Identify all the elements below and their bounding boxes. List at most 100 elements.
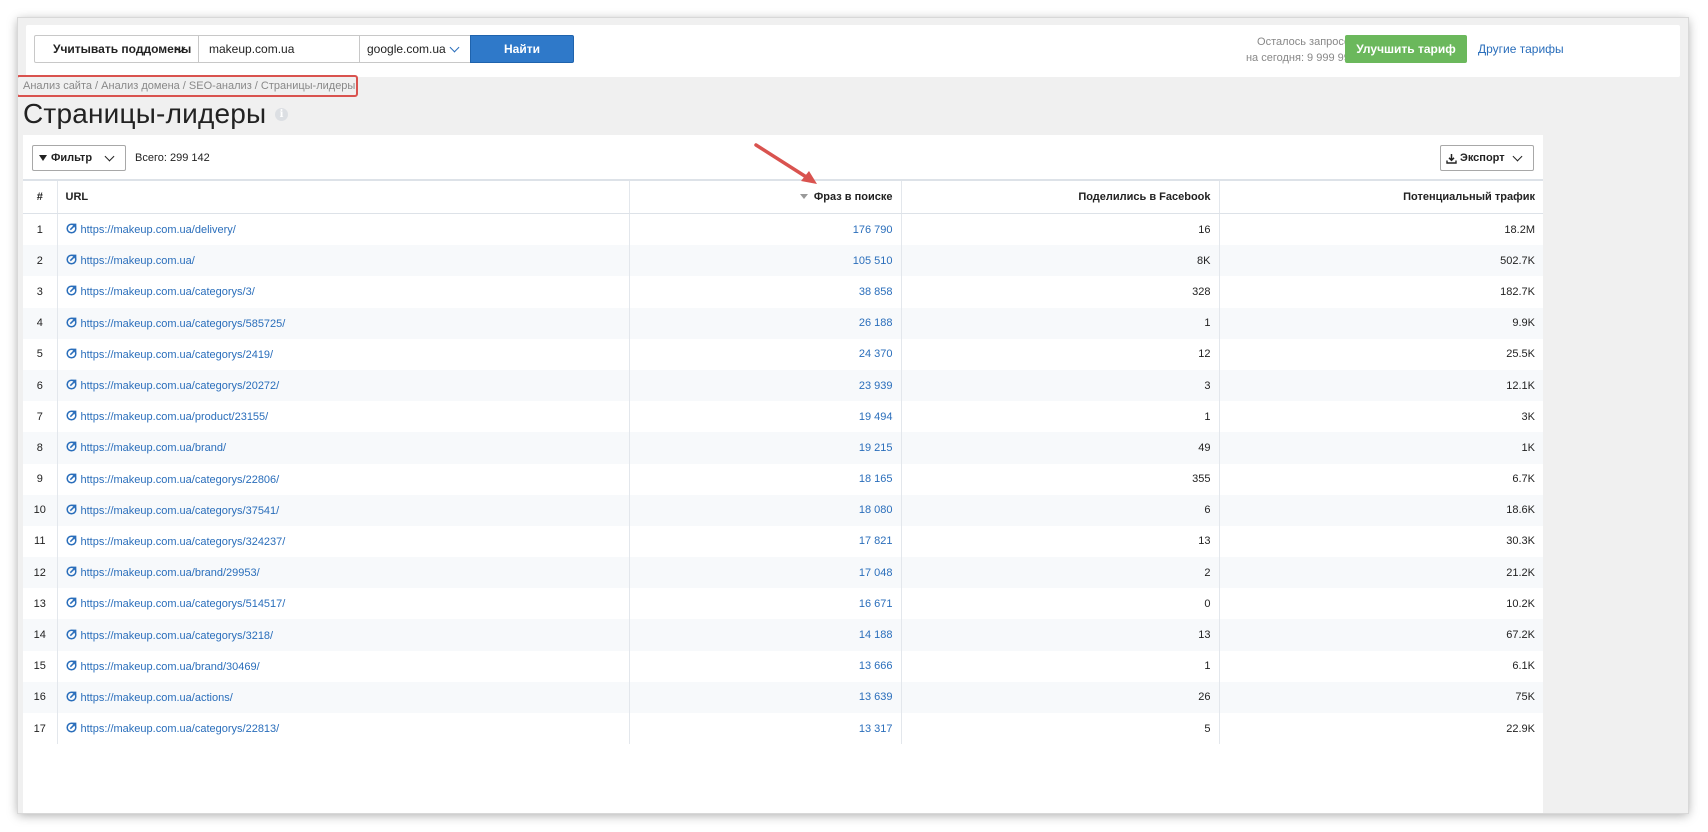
row-number: 9 (36, 473, 43, 486)
external-link-icon[interactable] (65, 722, 77, 733)
external-link-icon[interactable] (65, 348, 77, 359)
url-link[interactable]: https://makeup.com.ua/categorys/37541/ (81, 505, 280, 517)
column-header-url[interactable]: URL (56, 179, 629, 214)
external-link-icon[interactable] (65, 223, 77, 234)
phrases-link[interactable]: 24 370 (859, 348, 893, 360)
external-link-icon[interactable] (65, 535, 77, 546)
filter-button[interactable]: Фильтр (32, 145, 126, 171)
table-row: 10 https://makeup.com.ua/categorys/37541/… (23, 494, 1543, 526)
facebook-shares-cell: 49 (900, 432, 1219, 464)
external-link-icon[interactable] (65, 691, 77, 702)
phrases-link[interactable]: 105 510 (853, 255, 893, 267)
breadcrumb[interactable]: Анализ сайта / Анализ домена / SEO-анали… (23, 80, 355, 92)
phrases-link[interactable]: 26 188 (859, 317, 893, 329)
url-link[interactable]: https://makeup.com.ua/brand/ (81, 442, 227, 454)
facebook-shares-cell: 1 (900, 650, 1219, 682)
external-link-icon[interactable] (65, 254, 77, 265)
row-number: 3 (36, 285, 43, 298)
url-link[interactable]: https://makeup.com.ua/categorys/20272/ (81, 380, 280, 392)
url-cell: https://makeup.com.ua/categorys/22806/ (56, 463, 629, 495)
phrases-link[interactable]: 19 215 (859, 442, 893, 454)
url-link[interactable]: https://makeup.com.ua/actions/ (81, 692, 233, 704)
url-link[interactable]: https://makeup.com.ua/categorys/514517/ (81, 598, 286, 610)
url-cell: https://makeup.com.ua/categorys/22813/ (56, 713, 629, 745)
chevron-down-icon (1512, 151, 1523, 162)
subdomains-label: Учитывать поддомены (53, 42, 192, 56)
url-link[interactable]: https://makeup.com.ua/categorys/3/ (81, 286, 255, 298)
url-link[interactable]: https://makeup.com.ua/delivery/ (81, 224, 236, 236)
traffic-cell: 10.2K (1218, 588, 1543, 620)
external-link-icon[interactable] (65, 317, 77, 328)
row-number: 15 (33, 660, 46, 673)
search-engine-select[interactable]: google.com.ua (359, 35, 471, 63)
url-link[interactable]: https://makeup.com.ua/brand/29953/ (81, 567, 260, 579)
info-icon[interactable]: i (275, 108, 288, 121)
phrases-link[interactable]: 176 790 (853, 224, 893, 236)
url-link[interactable]: https://makeup.com.ua/categorys/3218/ (81, 630, 274, 642)
upgrade-plan-button[interactable]: Улучшить тариф (1345, 35, 1467, 63)
phrases-link[interactable]: 19 494 (859, 411, 893, 423)
annotation-arrow (754, 143, 817, 184)
phrases-link[interactable]: 13 639 (859, 691, 893, 703)
phrases-link[interactable]: 38 858 (859, 286, 893, 298)
external-link-icon[interactable] (65, 441, 77, 452)
quota-line-1: Осталось запросов (1257, 36, 1356, 48)
url-link[interactable]: https://makeup.com.ua/ (81, 255, 195, 267)
export-button[interactable]: Экспорт (1440, 145, 1534, 171)
phrases-link[interactable]: 18 080 (859, 504, 893, 516)
facebook-shares-cell: 328 (900, 276, 1219, 308)
url-cell: https://makeup.com.ua/categorys/2419/ (56, 338, 629, 370)
phrases-cell: 16 671 (628, 588, 901, 620)
phrases-link[interactable]: 23 939 (859, 380, 893, 392)
column-header-facebook[interactable]: Поделились в Facebook (900, 179, 1219, 214)
url-link[interactable]: https://makeup.com.ua/categorys/22806/ (81, 474, 280, 486)
phrases-link[interactable]: 14 188 (859, 629, 893, 641)
url-link[interactable]: https://makeup.com.ua/categorys/585725/ (81, 318, 286, 330)
phrases-link[interactable]: 17 821 (859, 535, 893, 547)
search-engine-value: google.com.ua (367, 42, 446, 56)
table-row: 12 https://makeup.com.ua/brand/29953/17 0… (23, 557, 1543, 589)
external-link-icon[interactable] (65, 597, 77, 608)
url-link[interactable]: https://makeup.com.ua/categorys/2419/ (81, 349, 274, 361)
phrases-cell: 176 790 (628, 213, 901, 246)
results-panel: Фильтр Всего: 299 142 Экспорт # URL Фраз… (23, 135, 1543, 813)
table-row: 15 https://makeup.com.ua/brand/30469/13 6… (23, 650, 1543, 682)
phrases-cell: 105 510 (628, 245, 901, 277)
find-button[interactable]: Найти (470, 35, 574, 63)
url-link[interactable]: https://makeup.com.ua/brand/30469/ (81, 661, 260, 673)
chevron-down-icon (449, 42, 460, 53)
external-link-icon[interactable] (65, 473, 77, 484)
traffic-cell: 18.6K (1218, 494, 1543, 526)
phrases-cell: 19 494 (628, 401, 901, 433)
url-link[interactable]: https://makeup.com.ua/product/23155/ (81, 411, 269, 423)
phrases-link[interactable]: 13 317 (859, 723, 893, 735)
external-link-icon[interactable] (65, 566, 77, 577)
table-row: 16 https://makeup.com.ua/actions/13 639 26… (23, 681, 1543, 713)
traffic-cell: 182.7K (1218, 276, 1543, 308)
external-link-icon[interactable] (65, 379, 77, 390)
app-window: Учитывать поддомены google.com.ua Найти … (18, 18, 1688, 813)
facebook-shares-cell: 1 (900, 307, 1219, 339)
external-link-icon[interactable] (65, 285, 77, 297)
external-link-icon[interactable] (65, 504, 77, 515)
facebook-shares-cell: 13 (900, 525, 1219, 558)
column-header-traffic[interactable]: Потенциальный трафик (1218, 179, 1543, 214)
phrases-link[interactable]: 13 666 (859, 660, 893, 672)
external-link-icon[interactable] (65, 660, 77, 671)
url-link[interactable]: https://makeup.com.ua/categorys/22813/ (81, 723, 280, 735)
traffic-cell: 22.9K (1218, 713, 1543, 745)
phrases-link[interactable]: 17 048 (859, 567, 893, 579)
subdomains-dropdown[interactable]: Учитывать поддомены (34, 35, 199, 63)
phrases-link[interactable]: 18 165 (859, 473, 893, 485)
url-link[interactable]: https://makeup.com.ua/categorys/324237/ (81, 536, 286, 548)
phrases-cell: 13 639 (628, 681, 901, 713)
other-plans-link[interactable]: Другие тарифы (1478, 42, 1564, 56)
total-count: Всего: 299 142 (135, 152, 210, 164)
domain-input[interactable] (198, 35, 360, 63)
phrases-link[interactable]: 16 671 (859, 598, 893, 610)
url-cell: https://makeup.com.ua/product/23155/ (56, 401, 629, 433)
url-cell: https://makeup.com.ua/actions/ (56, 681, 629, 713)
table-row: 4 https://makeup.com.ua/categorys/585725/… (23, 307, 1543, 339)
external-link-icon[interactable] (65, 410, 77, 421)
external-link-icon[interactable] (65, 628, 77, 640)
